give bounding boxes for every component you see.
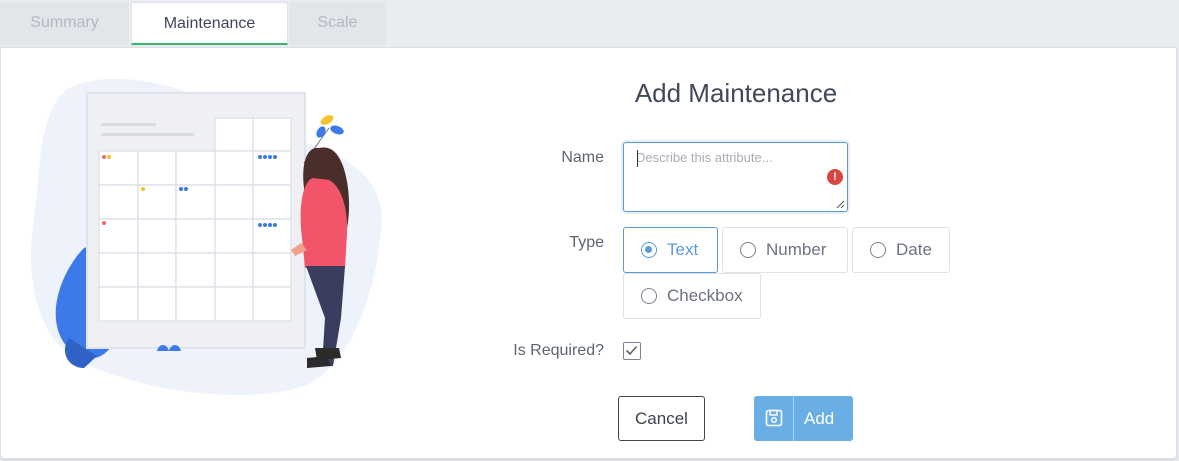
tab-maintenance[interactable]: Maintenance xyxy=(131,2,288,45)
resize-handle-icon[interactable] xyxy=(836,200,845,209)
type-option-label: Checkbox xyxy=(667,286,743,305)
maintenance-card: Add Maintenance Name ! Type Text Number … xyxy=(0,47,1177,459)
calendar-illustration xyxy=(31,78,382,395)
add-button[interactable]: Add xyxy=(754,396,853,441)
save-icon-wrapper xyxy=(754,396,794,441)
type-option-date[interactable]: Date xyxy=(852,227,950,273)
name-label: Name xyxy=(561,149,604,166)
save-icon xyxy=(765,409,783,427)
radio-selected-icon xyxy=(641,242,657,258)
type-option-label: Date xyxy=(896,240,932,259)
text-cursor xyxy=(637,150,638,167)
tab-summary[interactable]: Summary xyxy=(0,2,129,45)
error-icon: ! xyxy=(827,169,843,185)
checkmark-icon xyxy=(625,345,638,356)
tab-bar: Summary Maintenance Scale xyxy=(0,0,1179,47)
type-option-text[interactable]: Text xyxy=(623,227,718,273)
type-option-label: Number xyxy=(766,240,827,259)
tab-scale[interactable]: Scale xyxy=(289,2,386,45)
is-required-label: Is Required? xyxy=(513,342,604,359)
radio-icon xyxy=(641,288,657,304)
form-title: Add Maintenance xyxy=(634,78,838,108)
type-option-number[interactable]: Number xyxy=(722,227,848,273)
type-option-checkbox[interactable]: Checkbox xyxy=(623,273,761,319)
add-button-label: Add xyxy=(804,409,835,428)
radio-icon xyxy=(740,242,756,258)
radio-icon xyxy=(870,242,886,258)
type-label: Type xyxy=(569,234,604,251)
name-field[interactable]: ! xyxy=(623,142,848,212)
type-option-label: Text xyxy=(667,240,699,259)
cancel-button[interactable]: Cancel xyxy=(618,396,705,441)
is-required-checkbox[interactable] xyxy=(623,342,641,360)
name-input[interactable] xyxy=(624,143,847,211)
